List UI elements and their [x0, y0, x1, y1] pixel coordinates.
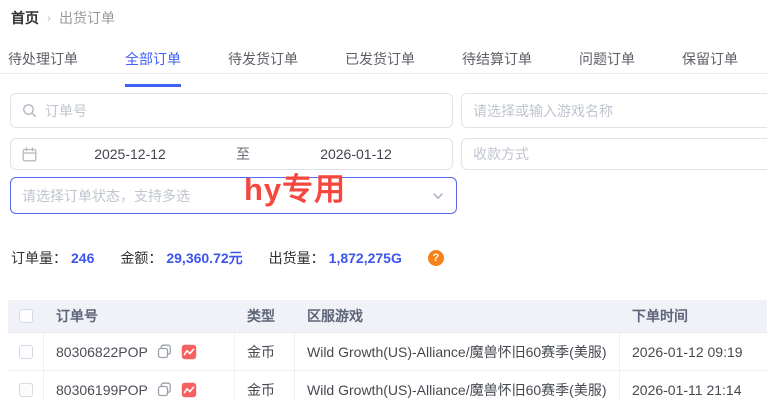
tab-shipped-orders[interactable]: 已发货订单: [345, 49, 415, 87]
amount-value: 29,360.72元: [166, 248, 242, 268]
row-select-cell: [8, 371, 44, 401]
shipment-volume-label: 出货量：: [269, 248, 325, 268]
row-checkbox[interactable]: [19, 345, 33, 359]
chevron-down-icon: [431, 189, 445, 203]
order-no-text: 80306822POP: [56, 344, 148, 360]
breadcrumb-separator-icon: ›: [47, 11, 51, 25]
breadcrumb-home-link[interactable]: 首页: [11, 8, 39, 28]
amount-label: 金额：: [120, 248, 162, 268]
order-status-placeholder: 请选择订单状态，支持多选: [22, 186, 190, 206]
breadcrumb: 首页 › 出货订单: [11, 8, 115, 28]
tab-to-ship-orders[interactable]: 待发货订单: [228, 49, 298, 87]
copy-icon[interactable]: [157, 344, 172, 359]
type-cell: 金币: [235, 333, 295, 371]
type-cell: 金币: [235, 371, 295, 401]
shipment-volume-stat: 出货量： 1,872,275G: [269, 248, 402, 268]
header-game: 区服游戏: [295, 300, 620, 333]
breadcrumb-current: 出货订单: [59, 8, 115, 28]
row-select-cell: [8, 333, 44, 371]
order-count-label: 订单量：: [11, 248, 67, 268]
select-all-cell: [8, 300, 44, 333]
order-count-value: 246: [71, 250, 94, 266]
game-name-input[interactable]: [473, 103, 767, 119]
price-trend-icon[interactable]: [181, 344, 197, 360]
tab-all-orders[interactable]: 全部订单: [125, 49, 181, 87]
time-cell: 2026-01-11 21:14: [620, 371, 767, 401]
hy-annotation-text: hy专用: [244, 164, 346, 209]
table-row: 80306199POP 金币 Wild Growth(US)-Alliance/…: [8, 371, 767, 401]
tab-held-orders[interactable]: 保留订单: [682, 49, 738, 87]
help-question-icon[interactable]: ?: [428, 250, 444, 266]
table-row: 80306822POP 金币 Wild Growth(US)-Alliance/…: [8, 333, 767, 371]
table-body: 80306822POP 金币 Wild Growth(US)-Alliance/…: [8, 333, 767, 401]
order-number-input[interactable]: [45, 103, 441, 119]
shipment-volume-value: 1,872,275G: [329, 250, 402, 266]
amount-stat: 金额： 29,360.72元: [120, 248, 242, 268]
time-cell: 2026-01-12 09:19: [620, 333, 767, 371]
select-all-checkbox[interactable]: [19, 309, 33, 323]
tab-pending-orders[interactable]: 待处理订单: [8, 49, 78, 87]
game-cell: Wild Growth(US)-Alliance/魔兽怀旧60赛季(美服): [295, 371, 620, 401]
game-name-select-field[interactable]: [461, 93, 767, 128]
table-header-row: 订单号 类型 区服游戏 下单时间: [8, 300, 767, 333]
payment-method-input[interactable]: [473, 146, 767, 162]
order-status-multiselect[interactable]: 请选择订单状态，支持多选: [10, 177, 457, 214]
shipping-orders-page: 首页 › 出货订单 待处理订单 全部订单 待发货订单 已发货订单 待结算订单 问…: [0, 0, 767, 401]
search-icon: [22, 103, 37, 118]
tab-problem-orders[interactable]: 问题订单: [579, 49, 635, 87]
row-checkbox[interactable]: [19, 383, 33, 397]
order-no-cell: 80306822POP: [44, 333, 235, 371]
orders-table: 订单号 类型 区服游戏 下单时间 80306822POP 金币 Wild Gro…: [8, 300, 767, 401]
game-cell: Wild Growth(US)-Alliance/魔兽怀旧60赛季(美服): [295, 333, 620, 371]
order-number-search-field[interactable]: [10, 93, 453, 128]
date-range-picker[interactable]: 2025-12-12 至 2026-01-12: [10, 138, 453, 170]
payment-method-select-field[interactable]: [461, 138, 767, 170]
summary-stats-bar: 订单量： 246 金额： 29,360.72元 出货量： 1,872,275G …: [11, 248, 444, 268]
header-time: 下单时间: [620, 300, 767, 333]
tab-to-settle-orders[interactable]: 待结算订单: [462, 49, 532, 87]
calendar-icon: [22, 147, 37, 162]
copy-icon[interactable]: [157, 382, 172, 397]
date-range-start[interactable]: 2025-12-12: [45, 146, 215, 162]
tabs-divider: [0, 73, 767, 74]
date-range-end[interactable]: 2026-01-12: [271, 146, 441, 162]
order-count-stat: 订单量： 246: [11, 248, 94, 268]
order-no-text: 80306199POP: [56, 382, 148, 398]
date-range-separator: 至: [223, 144, 263, 164]
price-trend-icon[interactable]: [181, 382, 197, 398]
header-order-no: 订单号: [44, 300, 235, 333]
order-status-tabs: 待处理订单 全部订单 待发货订单 已发货订单 待结算订单 问题订单 保留订单: [8, 49, 767, 87]
header-type: 类型: [235, 300, 295, 333]
order-no-cell: 80306199POP: [44, 371, 235, 401]
